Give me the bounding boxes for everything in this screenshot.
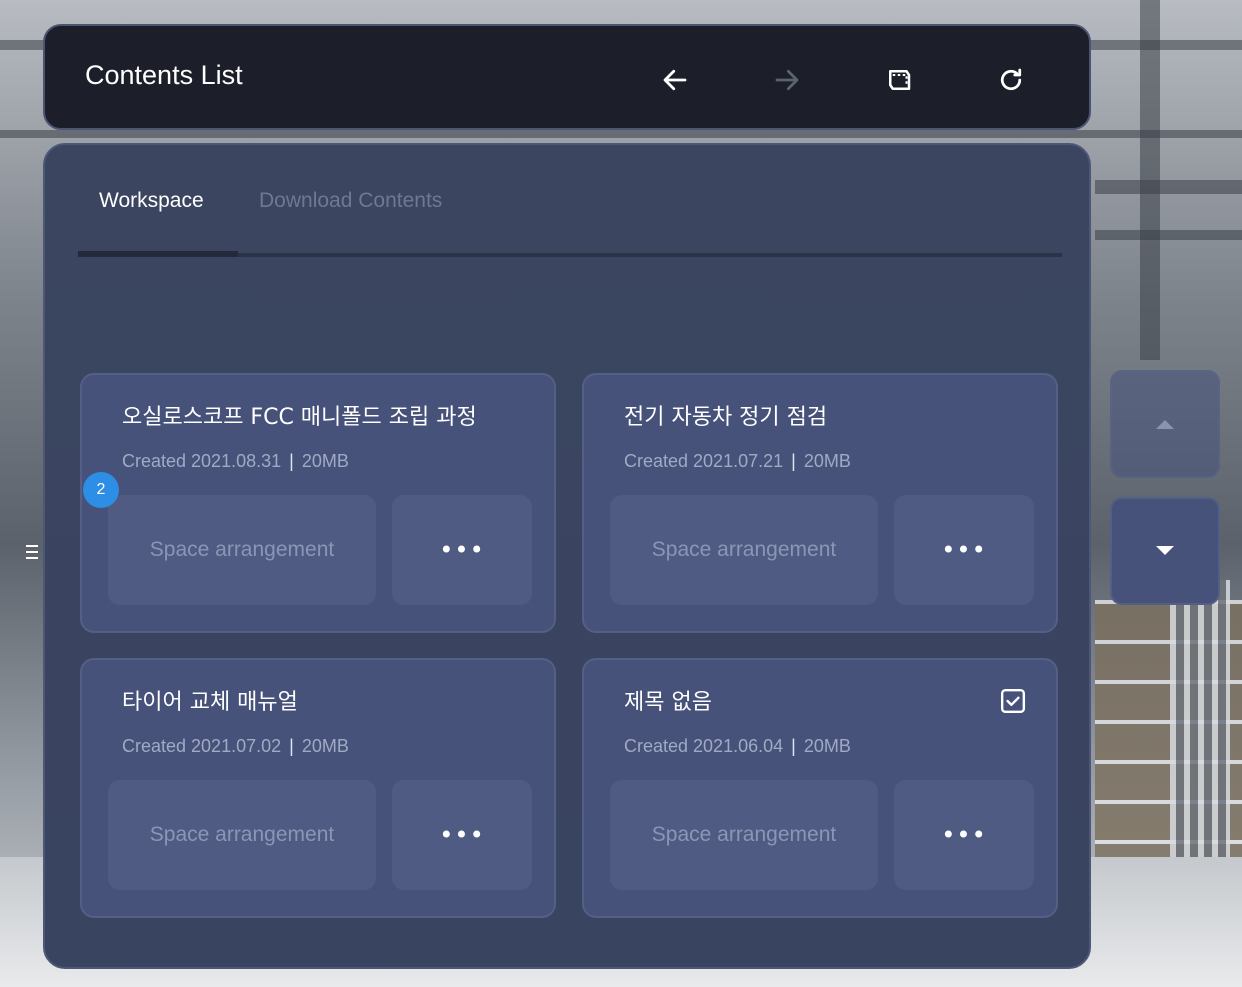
content-card: 오실로스코프 FCC 매니폴드 조립 과정 Created 2021.08.31…: [80, 373, 556, 633]
active-tab-indicator: [78, 251, 238, 257]
more-options-button[interactable]: •••: [392, 780, 532, 890]
menu-lines-icon: [26, 545, 38, 559]
meta-separator: |: [289, 451, 294, 471]
more-options-button[interactable]: •••: [392, 495, 532, 605]
arrow-right-icon: [775, 69, 799, 91]
card-created: Created 2021.07.21: [624, 451, 784, 471]
meta-separator: |: [791, 736, 796, 756]
card-size: 20MB: [301, 451, 349, 471]
card-created: Created 2021.08.31: [122, 451, 282, 471]
more-options-button[interactable]: •••: [894, 780, 1034, 890]
refresh-icon: [1000, 68, 1022, 91]
card-meta: Created 2021.08.31 | 20MB: [122, 451, 349, 472]
caret-up-icon: [1156, 420, 1174, 429]
arrow-left-icon: [663, 69, 687, 91]
caret-down-icon: [1156, 546, 1174, 555]
card-meta: Created 2021.06.04 | 20MB: [624, 736, 851, 757]
space-arrangement-button[interactable]: Space arrangement: [610, 495, 878, 605]
content-card: 전기 자동차 정기 점검 Created 2021.07.21 | 20MB Spa…: [582, 373, 1058, 633]
card-created: Created 2021.07.02: [122, 736, 282, 756]
content-card: 제목 없음 Created 2021.06.04 | 20MB Space arra…: [582, 658, 1058, 918]
card-title: 전기 자동차 정기 점검: [624, 405, 828, 430]
tab-download-contents[interactable]: Download Contents: [259, 189, 442, 213]
card-meta: Created 2021.07.21 | 20MB: [624, 451, 851, 472]
card-title: 타이어 교체 매뉴얼: [122, 690, 298, 715]
card-size: 20MB: [803, 451, 851, 471]
card-size: 20MB: [803, 736, 851, 756]
forward-button[interactable]: [765, 58, 809, 102]
checkbox-checked-icon[interactable]: [1000, 688, 1026, 714]
card-size: 20MB: [301, 736, 349, 756]
card-title: 오실로스코프 FCC 매니폴드 조립 과정: [122, 405, 477, 430]
scroll-down-button[interactable]: [1110, 497, 1220, 605]
meta-separator: |: [289, 736, 294, 756]
content-card: 타이어 교체 매뉴얼 Created 2021.07.02 | 20MB Space…: [80, 658, 556, 918]
refresh-button[interactable]: [989, 58, 1033, 102]
window-button[interactable]: [877, 58, 921, 102]
space-arrangement-button[interactable]: Space arrangement: [108, 780, 376, 890]
scroll-up-button[interactable]: [1110, 370, 1220, 478]
header-bar: Contents List: [43, 24, 1091, 130]
space-arrangement-button[interactable]: Space arrangement: [610, 780, 878, 890]
card-title: 제목 없음: [624, 690, 712, 715]
more-options-button[interactable]: •••: [894, 495, 1034, 605]
space-arrangement-button[interactable]: Space arrangement: [108, 495, 376, 605]
back-button[interactable]: [653, 58, 697, 102]
contents-panel: Workspace Download Contents 오실로스코프 FCC 매…: [43, 143, 1091, 969]
step-badge: 2: [83, 472, 119, 508]
page-title: Contents List: [85, 60, 243, 90]
window-frame-icon: [889, 70, 911, 90]
card-created: Created 2021.06.04: [624, 736, 784, 756]
meta-separator: |: [791, 451, 796, 471]
tab-workspace[interactable]: Workspace: [99, 189, 204, 213]
card-meta: Created 2021.07.02 | 20MB: [122, 736, 349, 757]
